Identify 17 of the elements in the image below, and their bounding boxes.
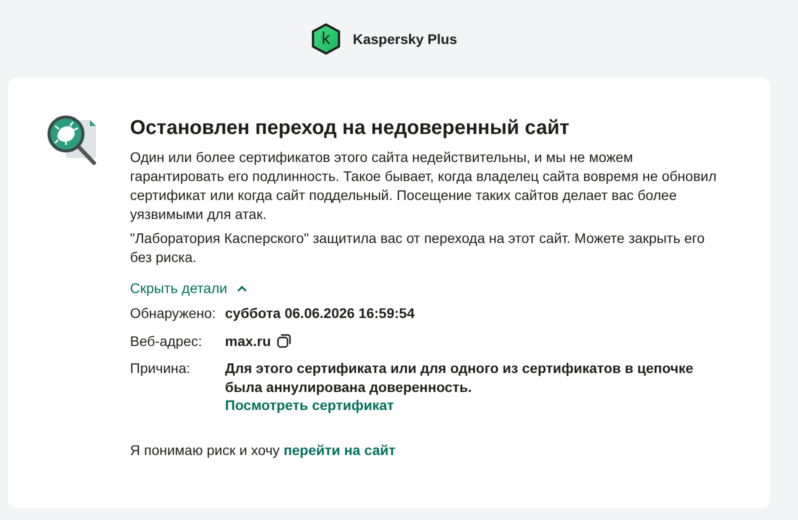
proceed-link[interactable]: перейти на сайт <box>284 442 396 458</box>
app-title: Kaspersky Plus <box>352 31 458 47</box>
hide-details-link[interactable]: Скрыть детали <box>130 280 248 296</box>
alert-paragraph: "Лаборатория Касперского" защитила вас от перехода на этот сайт. Можете закрыть его без риска. <box>130 229 706 267</box>
copy-icon[interactable] <box>276 334 291 348</box>
detail-label: Веб-адрес: <box>130 332 204 350</box>
detail-label: Обнаружено: <box>130 304 217 322</box>
caret-icon <box>237 284 248 292</box>
detail-label: Причина: <box>130 359 192 378</box>
alert-title: Остановлен переход на недоверенный сайт <box>130 116 570 140</box>
view-certificate-link[interactable]: Посмотреть сертификат <box>225 396 394 414</box>
detail-value: суббота 06.06.2026 16:59:54 <box>225 304 415 322</box>
detail-value: max.ru <box>225 332 271 350</box>
app-logo: k <box>310 23 341 55</box>
proceed-sentence: Я понимаю риск и хочу перейти на сайт <box>130 440 396 460</box>
alert-paragraph: Один или более сертификатов этого сайта недействительны, и мы не можем гарантировать его подлинность. Такое бывает, когда владелец сайта вовремя не обновил сертификат или когда сайт поддельный. Посещение таких сайтов делает вас более уязвимыми для атак. <box>130 148 718 224</box>
detail-value: Для этого сертификата или для одного из сертификатов в цепочке была аннулирована доверенность. <box>225 359 694 396</box>
